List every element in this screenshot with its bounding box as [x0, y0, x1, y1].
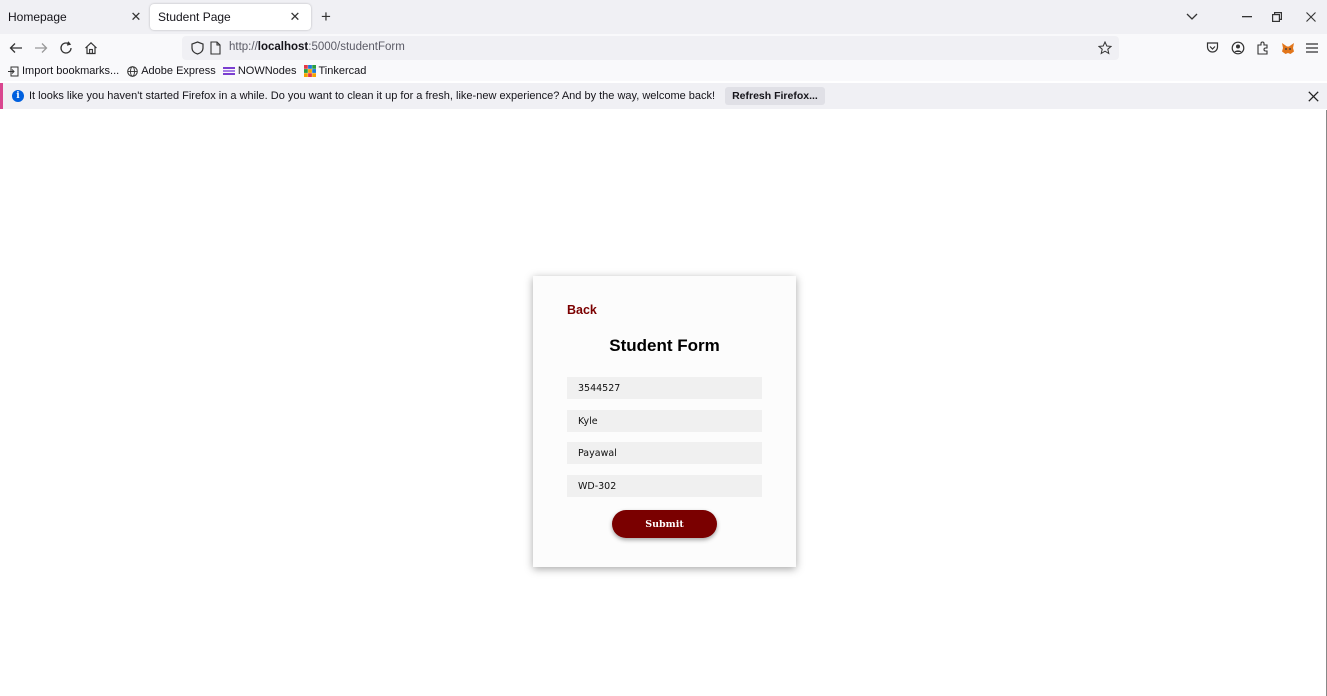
notification-message: It looks like you haven't started Firefo… — [29, 90, 716, 102]
forward-arrow-icon[interactable] — [31, 38, 51, 58]
tracking-shield-icon[interactable] — [189, 40, 205, 56]
home-icon[interactable] — [81, 38, 101, 58]
student-id-field[interactable]: 3544527 — [567, 377, 762, 399]
info-icon: i — [12, 90, 24, 102]
section-field[interactable]: WD-302 — [567, 475, 762, 497]
bookmark-nownodes[interactable]: NOWNodes — [222, 65, 297, 77]
page-title: Student Form — [609, 336, 720, 355]
account-icon[interactable] — [1228, 38, 1248, 58]
address-bar[interactable]: http://localhost:5000/studentForm — [182, 36, 1119, 60]
pocket-icon[interactable] — [1202, 38, 1222, 58]
bookmark-label: Adobe Express — [141, 65, 216, 77]
restore-icon[interactable] — [1267, 8, 1287, 26]
tab-label: Student Page — [158, 10, 231, 24]
menu-icon[interactable] — [1302, 38, 1322, 58]
list-all-tabs-icon[interactable] — [1182, 8, 1202, 26]
navigation-toolbar: http://localhost:5000/studentForm — [0, 34, 1327, 61]
tinkercad-icon — [303, 65, 316, 77]
last-name-field[interactable]: Payawal — [567, 442, 762, 464]
page-info-icon[interactable] — [207, 40, 223, 56]
metamask-icon[interactable] — [1278, 38, 1298, 58]
reload-icon[interactable] — [56, 38, 76, 58]
globe-icon — [126, 65, 138, 77]
tab-label: Homepage — [8, 10, 67, 24]
bookmarks-toolbar: Import bookmarks... Adobe Express NOWNod… — [0, 61, 1327, 81]
student-form-card: Back Student Form 3544527 Kyle Payawal W… — [533, 276, 796, 567]
page-content: Back Student Form 3544527 Kyle Payawal W… — [0, 110, 1327, 696]
refresh-firefox-button[interactable]: Refresh Firefox... — [725, 87, 825, 105]
bookmark-adobe-express[interactable]: Adobe Express — [126, 65, 216, 77]
close-window-icon[interactable] — [1301, 8, 1321, 26]
close-icon[interactable] — [1305, 88, 1321, 104]
new-tab-icon[interactable]: + — [316, 7, 336, 27]
tab-student-page[interactable]: Student Page ✕ — [150, 4, 311, 30]
bookmark-import[interactable]: Import bookmarks... — [7, 65, 119, 77]
tab-strip: Homepage ✕ Student Page ✕ + — [0, 0, 1327, 34]
url-host: localhost — [257, 41, 309, 53]
url-path: :5000/studentForm — [308, 41, 405, 53]
bookmark-label: NOWNodes — [237, 65, 297, 77]
bookmark-star-icon[interactable] — [1097, 40, 1113, 56]
submit-button[interactable]: Submit — [612, 510, 717, 538]
url-scheme: http:// — [229, 41, 258, 53]
back-arrow-icon[interactable] — [6, 38, 26, 58]
bookmark-tinkercad[interactable]: Tinkercad — [303, 65, 367, 77]
minimize-icon[interactable] — [1237, 8, 1257, 26]
extensions-icon[interactable] — [1253, 38, 1273, 58]
url-text[interactable]: http://localhost:5000/studentForm — [229, 41, 405, 53]
notification-bar: i It looks like you haven't started Fire… — [0, 83, 1327, 109]
bookmark-label: Tinkercad — [318, 65, 367, 77]
bookmark-label: Import bookmarks... — [22, 65, 120, 77]
nownodes-icon — [222, 65, 235, 77]
close-tab-icon[interactable]: ✕ — [128, 9, 144, 25]
back-link[interactable]: Back — [567, 303, 597, 317]
tab-homepage[interactable]: Homepage ✕ — [0, 4, 152, 30]
first-name-field[interactable]: Kyle — [567, 410, 762, 432]
import-icon — [7, 65, 19, 77]
close-tab-icon[interactable]: ✕ — [287, 9, 303, 25]
